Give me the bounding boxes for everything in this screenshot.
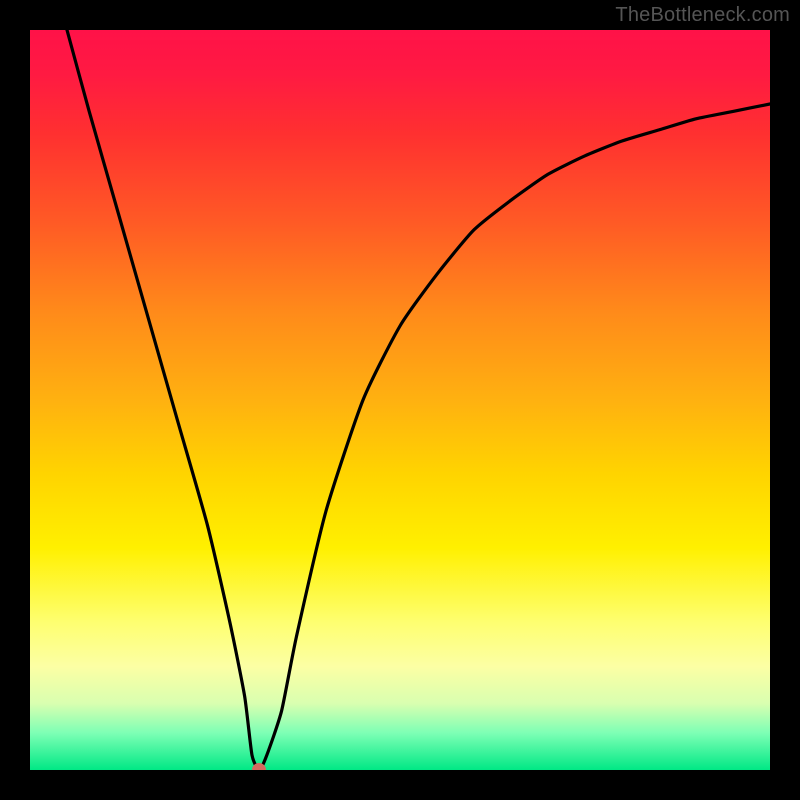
watermark-text: TheBottleneck.com: [615, 4, 790, 27]
plot-area: [30, 30, 770, 770]
bottleneck-curve: [30, 30, 770, 770]
optimum-marker: [252, 763, 266, 770]
chart-frame: TheBottleneck.com: [0, 0, 800, 800]
